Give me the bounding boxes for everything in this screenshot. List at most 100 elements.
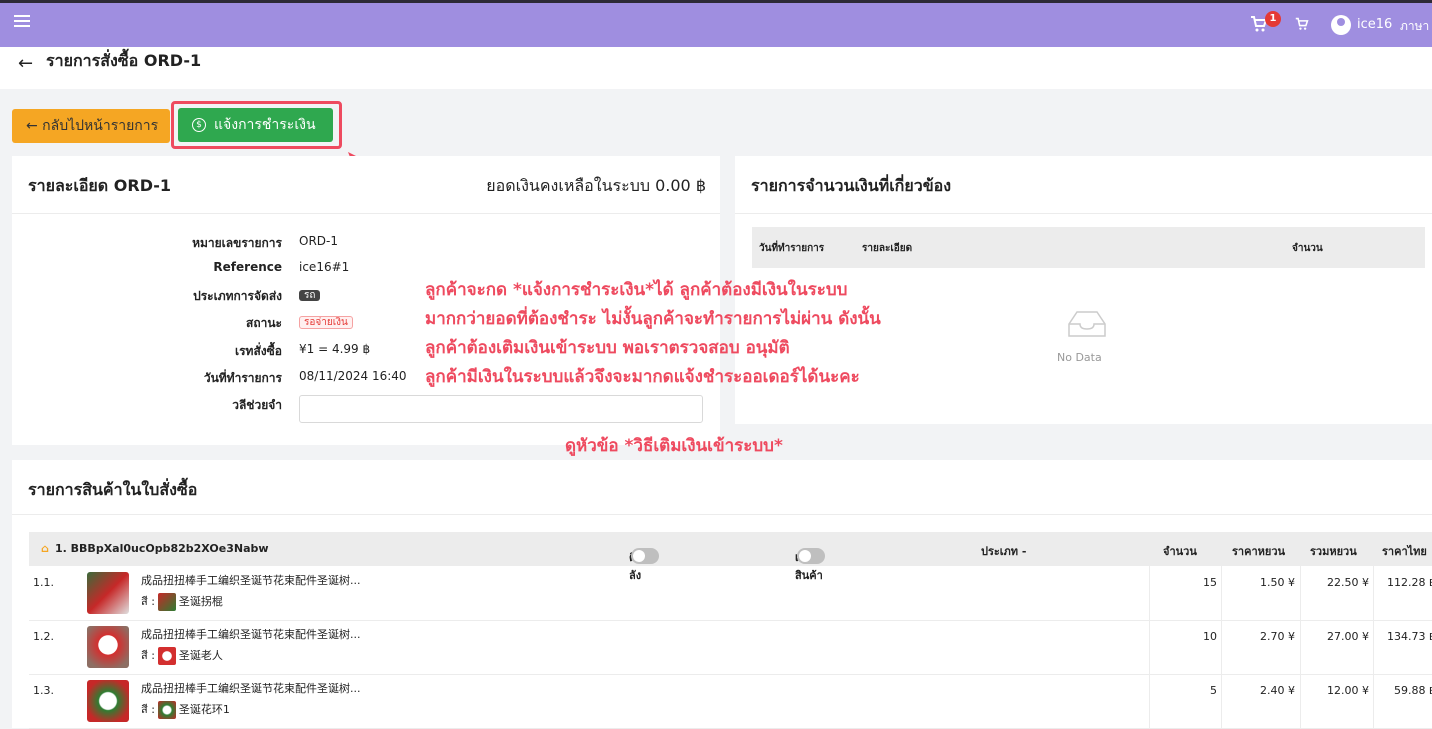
column-divider bbox=[1300, 566, 1301, 620]
username[interactable]: ice16 bbox=[1357, 17, 1392, 32]
variant-name: 圣诞老人 bbox=[178, 649, 223, 662]
variant-name: 圣诞花环1 bbox=[178, 703, 230, 716]
status-cell: รอจ่ายเงิน bbox=[299, 314, 353, 330]
column-divider bbox=[1373, 566, 1374, 620]
field-label: วลีช่วยจำ bbox=[232, 398, 282, 412]
price-cny: 2.40 ¥ bbox=[1260, 684, 1295, 697]
back-arrow-icon[interactable]: ← bbox=[18, 53, 33, 74]
column-divider bbox=[1300, 674, 1301, 728]
field-label: ประเภทการจัดส่ง bbox=[193, 289, 282, 303]
shipping-type-cell: รถ bbox=[299, 287, 321, 303]
products-card: รายการสินค้าในใบสั่งซื้อ ⌂ 1. BBBpXal0uc… bbox=[12, 460, 1432, 729]
variant-prefix: สี : bbox=[141, 595, 155, 608]
column-divider bbox=[1149, 620, 1150, 674]
column-divider bbox=[1373, 620, 1374, 674]
cart-badge: 1 bbox=[1265, 11, 1281, 27]
column-divider bbox=[1221, 566, 1222, 620]
status-badge: รอจ่ายเงิน bbox=[299, 316, 353, 329]
price-thb: 134.73 ฿ bbox=[1387, 630, 1432, 643]
quantity: 5 bbox=[1210, 684, 1217, 697]
language-menu[interactable]: ภาษา bbox=[1400, 17, 1429, 36]
field-label: Reference bbox=[213, 260, 282, 274]
variant-thumbnail bbox=[157, 647, 176, 665]
table-row: 1.1. 成品扭扭棒手工编织圣诞节花束配件圣诞树... สี : 圣诞拐棍 15 … bbox=[29, 566, 1432, 621]
inbox-empty-icon bbox=[1068, 311, 1106, 337]
column-header: รวมหยวน bbox=[1310, 545, 1357, 558]
column-divider bbox=[1221, 674, 1222, 728]
transactions-table-header: วันที่ทำรายการ รายละเอียด จำนวน bbox=[752, 227, 1425, 268]
annotation-text: ลูกค้าจะกด *แจ้งการชำระเงิน*ได้ ลูกค้าต้… bbox=[425, 276, 881, 392]
cart-icon[interactable] bbox=[1295, 17, 1309, 35]
menu-icon[interactable] bbox=[14, 15, 30, 29]
memo-input[interactable] bbox=[299, 395, 703, 423]
column-header: จำนวน bbox=[1292, 243, 1323, 254]
transaction-date: 08/11/2024 16:40 bbox=[299, 369, 407, 383]
field-label: วันที่ทำรายการ bbox=[203, 371, 282, 385]
column-header: วันที่ทำรายการ bbox=[759, 243, 825, 254]
product-thumbnail[interactable] bbox=[87, 626, 129, 668]
row-number: 1.1. bbox=[33, 576, 54, 589]
shipping-type-tag: รถ bbox=[299, 290, 321, 301]
card-header: รายการสินค้าในใบสั่งซื้อ bbox=[12, 460, 1432, 515]
product-name[interactable]: 成品扭扭棒手工编织圣诞节花束配件圣诞树... bbox=[141, 680, 361, 696]
user-icon[interactable] bbox=[1331, 15, 1351, 35]
table-row: 1.2. 成品扭扭棒手工编织圣诞节花束配件圣诞树... สี : 圣诞老人 10 … bbox=[29, 620, 1432, 675]
price-cny: 2.70 ¥ bbox=[1260, 630, 1295, 643]
table-row: 1.3. 成品扭扭棒手工编织圣诞节花束配件圣诞树... สี : 圣诞花环1 5 … bbox=[29, 674, 1432, 729]
annotation-line: ลูกค้ามีเงินในระบบแล้วจึงจะมากดแจ้งชำระอ… bbox=[425, 367, 860, 387]
card-header: รายละเอียด ORD-1 ยอดเงินคงเหลือในระบบ 0.… bbox=[12, 156, 720, 214]
products-title: รายการสินค้าในใบสั่งซื้อ bbox=[28, 480, 198, 499]
product-name[interactable]: 成品扭扭棒手工编织圣诞节花束配件圣诞树... bbox=[141, 626, 361, 642]
price-thb: 59.88 ฿ bbox=[1394, 684, 1432, 697]
variant-cell: สี : 圣诞花环1 bbox=[141, 700, 230, 719]
total-cny: 22.50 ¥ bbox=[1327, 576, 1369, 589]
quantity: 15 bbox=[1203, 576, 1217, 589]
row-number: 1.2. bbox=[33, 630, 54, 643]
variant-cell: สี : 圣诞老人 bbox=[141, 646, 223, 665]
column-header: ราคาไทย bbox=[1382, 545, 1427, 558]
price-cny: 1.50 ¥ bbox=[1260, 576, 1295, 589]
empty-text: No Data bbox=[1057, 351, 1102, 364]
column-divider bbox=[1149, 674, 1150, 728]
variant-thumbnail bbox=[157, 701, 176, 719]
field-label: สถานะ bbox=[246, 316, 282, 330]
store-icon: ⌂ bbox=[41, 542, 49, 555]
price-thb: 112.28 ฿ bbox=[1387, 576, 1432, 589]
column-header: ราคาหยวน bbox=[1232, 545, 1286, 558]
check-toggle[interactable] bbox=[797, 548, 825, 564]
reference: ice16#1 bbox=[299, 260, 350, 274]
balance-text: ยอดเงินคงเหลือในระบบ 0.00 ฿ bbox=[486, 176, 706, 195]
column-header: จำนวน bbox=[1163, 545, 1197, 558]
highlight-box bbox=[171, 101, 342, 149]
product-thumbnail[interactable] bbox=[87, 680, 129, 722]
card-header: รายการจำนวนเงินที่เกี่ยวข้อง bbox=[735, 156, 1432, 214]
variant-cell: สี : 圣诞拐棍 bbox=[141, 592, 223, 611]
variant-prefix: สี : bbox=[141, 649, 155, 662]
transactions-title: รายการจำนวนเงินที่เกี่ยวข้อง bbox=[751, 176, 952, 195]
product-name[interactable]: 成品扭扭棒手工编织圣诞节花束配件圣诞树... bbox=[141, 572, 361, 588]
annotation-line: ลูกค้าต้องเติมเงินเข้าระบบ พอเราตรวจสอบ … bbox=[425, 338, 790, 358]
row-number: 1.3. bbox=[33, 684, 54, 697]
column-divider bbox=[1221, 620, 1222, 674]
page-header: ← รายการสั่งซื้อ ORD-1 bbox=[0, 47, 1432, 89]
annotation-footer: ดูหัวข้อ *วิธีเติมเงินเข้าระบบ* bbox=[565, 436, 783, 456]
top-bar: 1 ice16 ภาษา bbox=[0, 0, 1432, 47]
variant-prefix: สี : bbox=[141, 703, 155, 716]
type-label: ประเภท - bbox=[981, 545, 1027, 558]
crate-toggle[interactable] bbox=[631, 548, 659, 564]
column-divider bbox=[1373, 674, 1374, 728]
quantity: 10 bbox=[1203, 630, 1217, 643]
order-number: ORD-1 bbox=[299, 234, 338, 248]
annotation-line: ลูกค้าจะกด *แจ้งการชำระเงิน*ได้ ลูกค้าต้… bbox=[425, 280, 848, 300]
column-divider bbox=[1300, 620, 1301, 674]
page-title: รายการสั่งซื้อ ORD-1 bbox=[46, 51, 202, 70]
back-to-list-button[interactable]: ← กลับไปหน้ารายการ bbox=[12, 109, 170, 143]
product-thumbnail[interactable] bbox=[87, 572, 129, 614]
total-cny: 12.00 ¥ bbox=[1327, 684, 1369, 697]
variant-name: 圣诞拐棍 bbox=[178, 595, 223, 608]
annotation-line: มากกว่ายอดที่ต้องชำระ ไม่งั้นลูกค้าจะทำร… bbox=[425, 309, 881, 329]
products-table-header: ⌂ 1. BBBpXal0ucOpb82b2XOe3Nabw ตีลัง เช็… bbox=[29, 532, 1432, 582]
order-detail-title: รายละเอียด ORD-1 bbox=[28, 176, 172, 195]
field-label: หมายเลขรายการ bbox=[192, 236, 282, 250]
exchange-rate: ¥1 = 4.99 ฿ bbox=[299, 342, 371, 356]
